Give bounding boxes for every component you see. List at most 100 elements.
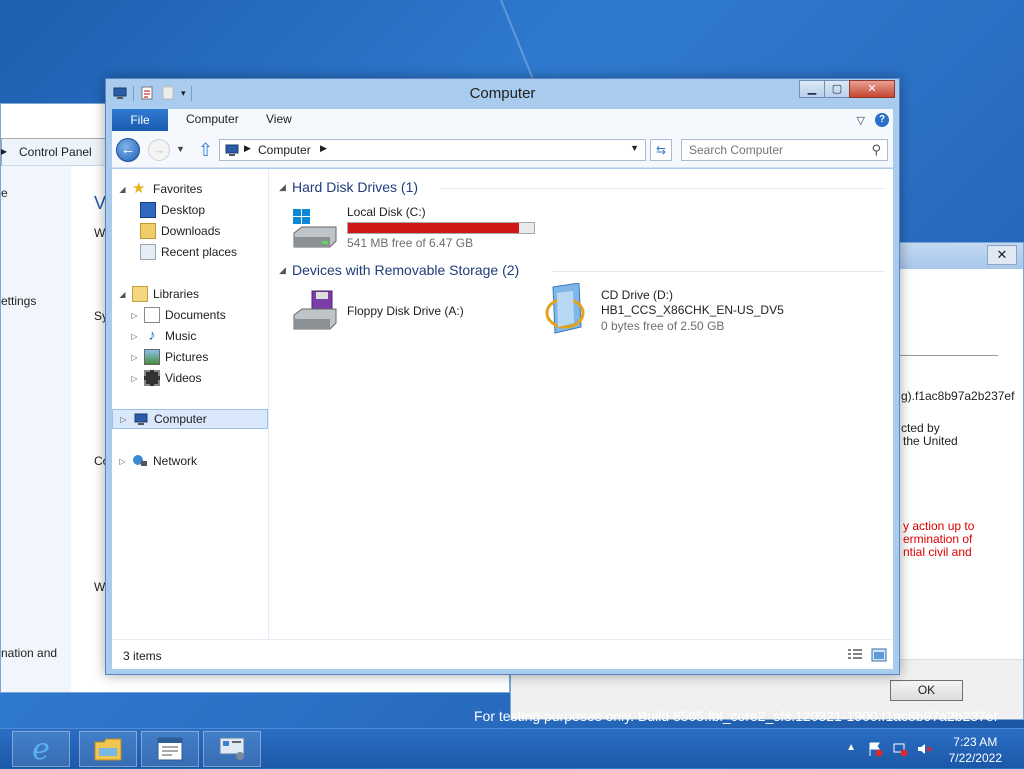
title-bar[interactable]: ▾ Computer ▁ ▢ ✕: [106, 79, 899, 107]
search-icon[interactable]: ⚲: [871, 142, 881, 158]
desktop-icon: [140, 202, 156, 218]
background-dialog-divider: [898, 355, 998, 356]
expand-arrow-icon[interactable]: ◢: [118, 185, 127, 194]
drive-name: Local Disk (C:): [347, 205, 426, 219]
show-hidden-icons-icon[interactable]: ▲: [846, 742, 856, 753]
tab-file[interactable]: File: [112, 109, 168, 131]
file-list-pane[interactable]: ◢ Hard Disk Drives (1) Local Disk (C:) 5…: [270, 169, 893, 639]
background-crumb-control-panel[interactable]: Control Panel: [19, 145, 92, 159]
up-button[interactable]: ⇧: [198, 140, 213, 161]
documents-icon: [144, 307, 160, 323]
background-dialog-close-button[interactable]: ✕: [987, 245, 1017, 265]
collapse-arrow-icon[interactable]: ▷: [130, 332, 139, 341]
nav-libraries-label: Libraries: [153, 287, 200, 301]
content-area: ◢ ★ Favorites Desktop Downloads Recent p…: [112, 169, 893, 639]
recent-locations-icon[interactable]: ▼: [176, 144, 185, 154]
maximize-button[interactable]: ▢: [824, 80, 850, 98]
tab-view[interactable]: View: [266, 112, 292, 126]
nav-network[interactable]: ▷ Network: [118, 451, 197, 471]
action-center-flag-icon[interactable]: [867, 741, 883, 757]
tab-computer[interactable]: Computer: [186, 112, 239, 126]
clock-date: 7/22/2022: [948, 751, 1002, 765]
status-bar: 3 items: [112, 639, 893, 669]
clock-time: 7:23 AM: [953, 735, 998, 749]
details-view-icon[interactable]: [847, 648, 863, 662]
group-collapse-icon[interactable]: ◢: [279, 265, 286, 276]
capacity-bar: [347, 222, 535, 234]
view-buttons: [847, 648, 887, 662]
help-icon[interactable]: ?: [875, 113, 889, 127]
collapse-arrow-icon[interactable]: ▷: [118, 457, 127, 466]
nav-libraries[interactable]: ◢ Libraries: [118, 284, 199, 304]
group-header-hard-disk[interactable]: Hard Disk Drives (1): [292, 179, 418, 195]
capacity-bar-fill: [348, 223, 520, 233]
drive-name: Floppy Disk Drive (A:): [347, 304, 464, 318]
background-crumb-arrow: ▸: [1, 144, 8, 158]
clock[interactable]: 7:23 AM 7/22/2022: [949, 734, 1002, 766]
refresh-button[interactable]: ⇆: [650, 139, 672, 161]
nav-item-documents[interactable]: ▷ Documents: [130, 305, 226, 325]
taskbar-file-explorer[interactable]: [79, 731, 137, 767]
background-fragment[interactable]: ettings: [1, 294, 36, 308]
nav-item-label: Videos: [165, 371, 202, 385]
address-dropdown-icon[interactable]: ▼: [630, 143, 639, 153]
ok-button[interactable]: OK: [890, 680, 963, 701]
address-bar[interactable]: ▶ Computer ▶ ▼: [219, 139, 646, 161]
collapse-arrow-icon[interactable]: ▷: [130, 311, 139, 320]
navigation-pane[interactable]: ◢ ★ Favorites Desktop Downloads Recent p…: [112, 169, 269, 639]
search-input[interactable]: [682, 140, 862, 160]
background-dialog-text: the United: [903, 434, 958, 448]
nav-computer[interactable]: ▷ Computer: [112, 409, 268, 429]
nav-item-recent-places[interactable]: Recent places: [140, 242, 237, 262]
taskbar: e ▲ 7:23 AM 7/22/2022: [0, 728, 1024, 768]
close-button[interactable]: ✕: [849, 80, 895, 98]
expand-ribbon-icon[interactable]: ▽: [857, 114, 865, 127]
collapse-arrow-icon[interactable]: ▷: [119, 415, 128, 424]
taskbar-internet-explorer[interactable]: e: [12, 731, 70, 767]
computer-icon: [134, 413, 148, 425]
background-fragment[interactable]: nation and: [1, 646, 57, 660]
window-title: Computer: [469, 85, 536, 102]
hard-drive-icon: [293, 209, 337, 248]
libraries-icon: [132, 286, 148, 302]
folder-icon: [94, 738, 122, 761]
large-icons-view-icon[interactable]: [871, 648, 887, 662]
explorer-window[interactable]: ▾ Computer ▁ ▢ ✕ File Computer View ▽ ? …: [105, 78, 900, 675]
nav-favorites[interactable]: ◢ ★ Favorites: [118, 179, 202, 199]
floppy-drive-icon: [293, 290, 337, 330]
recent-places-icon: [140, 244, 156, 260]
breadcrumb-arrow-icon[interactable]: ▶: [244, 143, 251, 154]
drive-name: CD Drive (D:): [601, 288, 673, 302]
expand-arrow-icon[interactable]: ◢: [118, 290, 127, 299]
star-icon: ★: [132, 180, 146, 197]
volume-muted-icon[interactable]: [916, 741, 932, 757]
minimize-button[interactable]: ▁: [799, 80, 825, 98]
background-fragment: W: [94, 580, 106, 594]
nav-item-desktop[interactable]: Desktop: [140, 200, 205, 220]
back-button[interactable]: ←: [116, 138, 140, 162]
collapse-arrow-icon[interactable]: ▷: [130, 353, 139, 362]
nav-item-music[interactable]: ▷ ♪ Music: [130, 326, 196, 346]
taskbar-control-panel[interactable]: [203, 731, 261, 767]
search-box[interactable]: ⚲: [681, 139, 888, 161]
caption-buttons: ▁ ▢ ✕: [799, 80, 895, 98]
collapse-arrow-icon[interactable]: ▷: [130, 374, 139, 383]
network-status-icon[interactable]: [892, 741, 908, 757]
group-header-removable-storage[interactable]: Devices with Removable Storage (2): [292, 262, 519, 278]
nav-item-label: Documents: [165, 308, 226, 322]
taskbar-notepad[interactable]: [141, 731, 199, 767]
internet-explorer-icon: e: [32, 731, 50, 767]
nav-item-pictures[interactable]: ▷ Pictures: [130, 347, 208, 367]
group-collapse-icon[interactable]: ◢: [279, 182, 286, 193]
address-path[interactable]: Computer: [258, 143, 311, 157]
nav-item-videos[interactable]: ▷ Videos: [130, 368, 201, 388]
background-dialog-text: g).f1ac8b97a2b237ef: [901, 389, 1015, 403]
background-dialog-warning: y action up to: [903, 519, 975, 533]
music-icon: ♪: [148, 327, 156, 344]
ribbon-right-controls: ▽ ?: [857, 113, 889, 127]
breadcrumb-arrow-icon[interactable]: ▶: [320, 143, 327, 154]
nav-favorites-label: Favorites: [153, 182, 203, 196]
background-fragment: W: [94, 226, 106, 240]
forward-button[interactable]: →: [148, 139, 170, 161]
nav-item-downloads[interactable]: Downloads: [140, 221, 220, 241]
